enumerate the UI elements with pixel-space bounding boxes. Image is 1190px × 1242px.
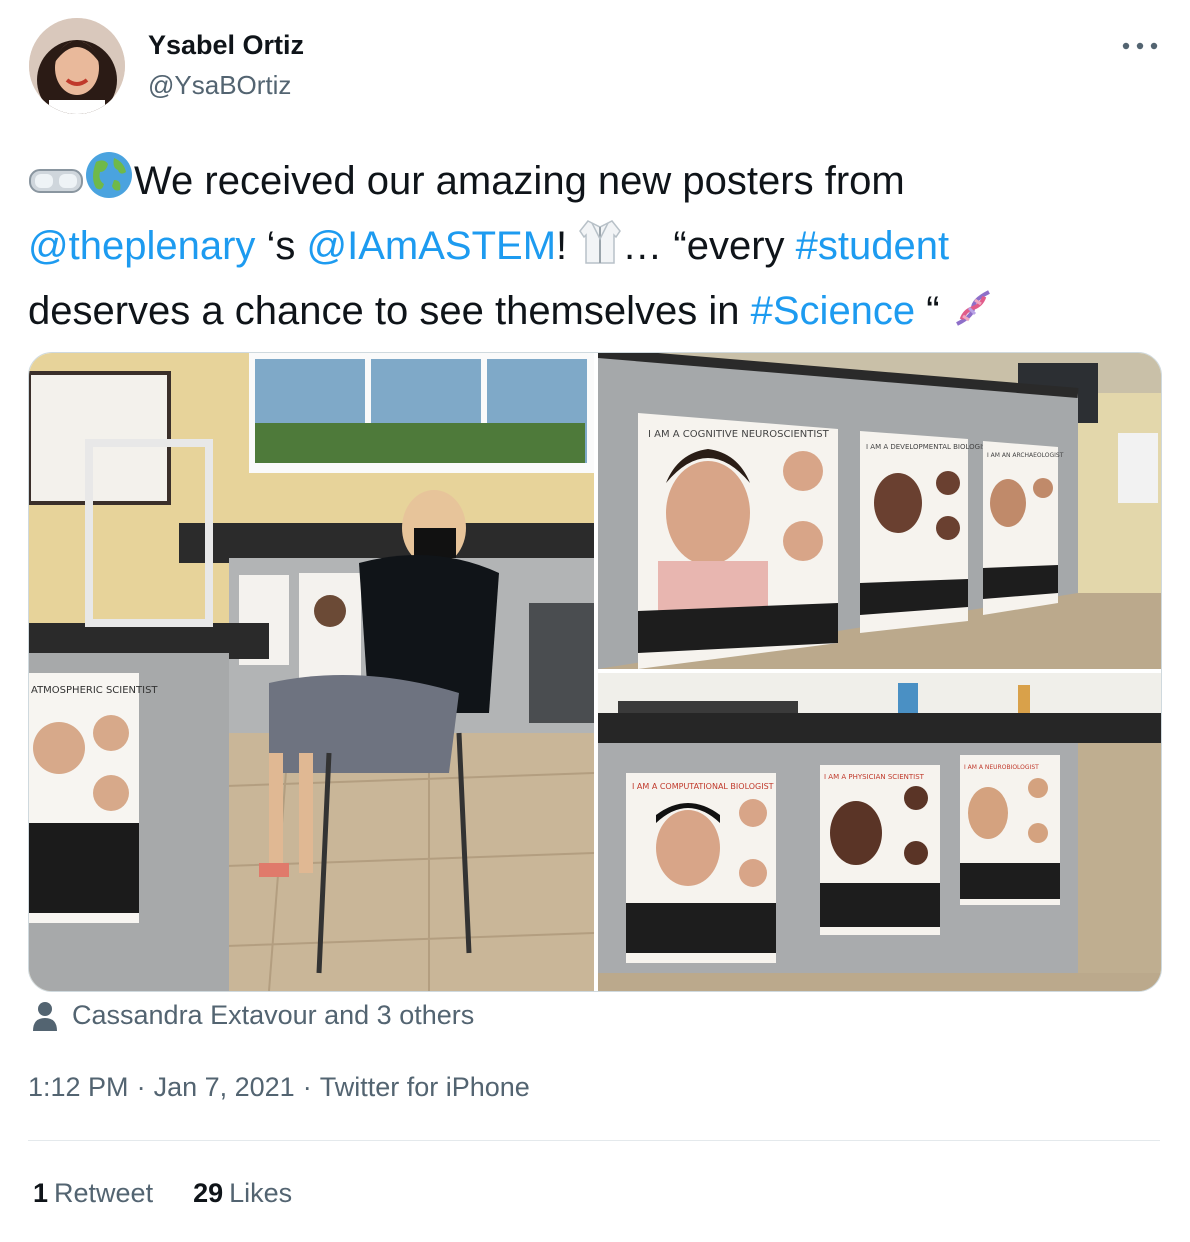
- mention-iamastem[interactable]: @IAmASTEM: [307, 224, 557, 268]
- author-name[interactable]: Ysabel Ortiz: [148, 30, 304, 61]
- poster-title: I AM A NEUROBIOLOGIST: [964, 764, 1039, 771]
- globe-emoji-icon: [84, 150, 134, 217]
- photo-posters-top[interactable]: I AM A COGNITIVE NEUROSCIENTIST I AM A D…: [598, 353, 1161, 669]
- tweet-stats: 1 Retweet 29 Likes: [33, 1178, 332, 1209]
- poster-title: I AM A COMPUTATIONAL BIOLOGIST: [632, 782, 774, 791]
- poster-title: I AM A PHYSICIAN SCIENTIST: [824, 773, 925, 781]
- more-options-button[interactable]: [1118, 28, 1162, 64]
- tweet-text-part-4: … “every: [622, 224, 796, 268]
- photo-classroom-student[interactable]: ATMOSPHERIC SCIENTIST: [29, 353, 594, 991]
- tweet-text-part-6: “: [915, 289, 940, 333]
- author-handle[interactable]: @YsaBOrtiz: [148, 70, 291, 101]
- likes-stat[interactable]: 29 Likes: [193, 1178, 292, 1209]
- lab-coat-emoji-icon: [578, 217, 622, 282]
- person-icon: [33, 1001, 57, 1031]
- tweet-text-part-2: ‘s: [255, 224, 307, 268]
- tweet-text-part-1: We received our amazing new posters from: [134, 159, 905, 203]
- tweet-source[interactable]: Twitter for iPhone: [320, 1072, 530, 1102]
- poster-title: ATMOSPHERIC SCIENTIST: [31, 685, 158, 696]
- poster-title: I AM AN ARCHAEOLOGIST: [987, 452, 1064, 459]
- more-icon: [1122, 42, 1158, 50]
- tweet-text: We received our amazing new posters from…: [28, 150, 1158, 347]
- poster-title: I AM A COGNITIVE NEUROSCIENTIST: [648, 429, 830, 440]
- meta-separator: ·: [302, 1072, 312, 1102]
- hashtag-science[interactable]: #Science: [751, 289, 916, 333]
- tagged-people-link[interactable]: Cassandra Extavour and 3 others: [32, 1000, 474, 1031]
- retweets-count: 1: [33, 1178, 49, 1208]
- photo-posters-bottom[interactable]: I AM A COMPUTATIONAL BIOLOGIST I AM A PH…: [598, 673, 1161, 991]
- likes-count: 29: [193, 1178, 224, 1208]
- avatar[interactable]: [29, 18, 125, 114]
- mention-theplenary[interactable]: @theplenary: [28, 224, 255, 268]
- tagged-people-text: Cassandra Extavour and 3 others: [72, 1000, 475, 1030]
- tweet: Ysabel Ortiz @YsaBOrtiz We received our …: [0, 0, 1190, 1242]
- goggles-emoji-icon: [28, 158, 84, 217]
- meta-separator: ·: [136, 1072, 146, 1102]
- tweet-meta: 1:12 PM · Jan 7, 2021 · Twitter for iPhone: [28, 1072, 530, 1103]
- tweet-date[interactable]: Jan 7, 2021: [154, 1072, 295, 1102]
- tweet-text-part-5: deserves a chance to see themselves in: [28, 289, 751, 333]
- divider: [28, 1140, 1160, 1141]
- tweet-text-part-3: !: [556, 224, 568, 268]
- media-grid: ATMOSPHERIC SCIENTIST I AM A COGNITIVE N…: [28, 352, 1162, 992]
- tweet-time[interactable]: 1:12 PM: [28, 1072, 129, 1102]
- hashtag-student[interactable]: #student: [796, 224, 949, 268]
- likes-label: Likes: [229, 1178, 293, 1208]
- retweets-label: Retweet: [54, 1178, 154, 1208]
- retweets-stat[interactable]: 1 Retweet: [33, 1178, 153, 1209]
- poster-title: I AM A DEVELOPMENTAL BIOLOGIST: [866, 443, 992, 451]
- dna-emoji-icon: [951, 286, 995, 347]
